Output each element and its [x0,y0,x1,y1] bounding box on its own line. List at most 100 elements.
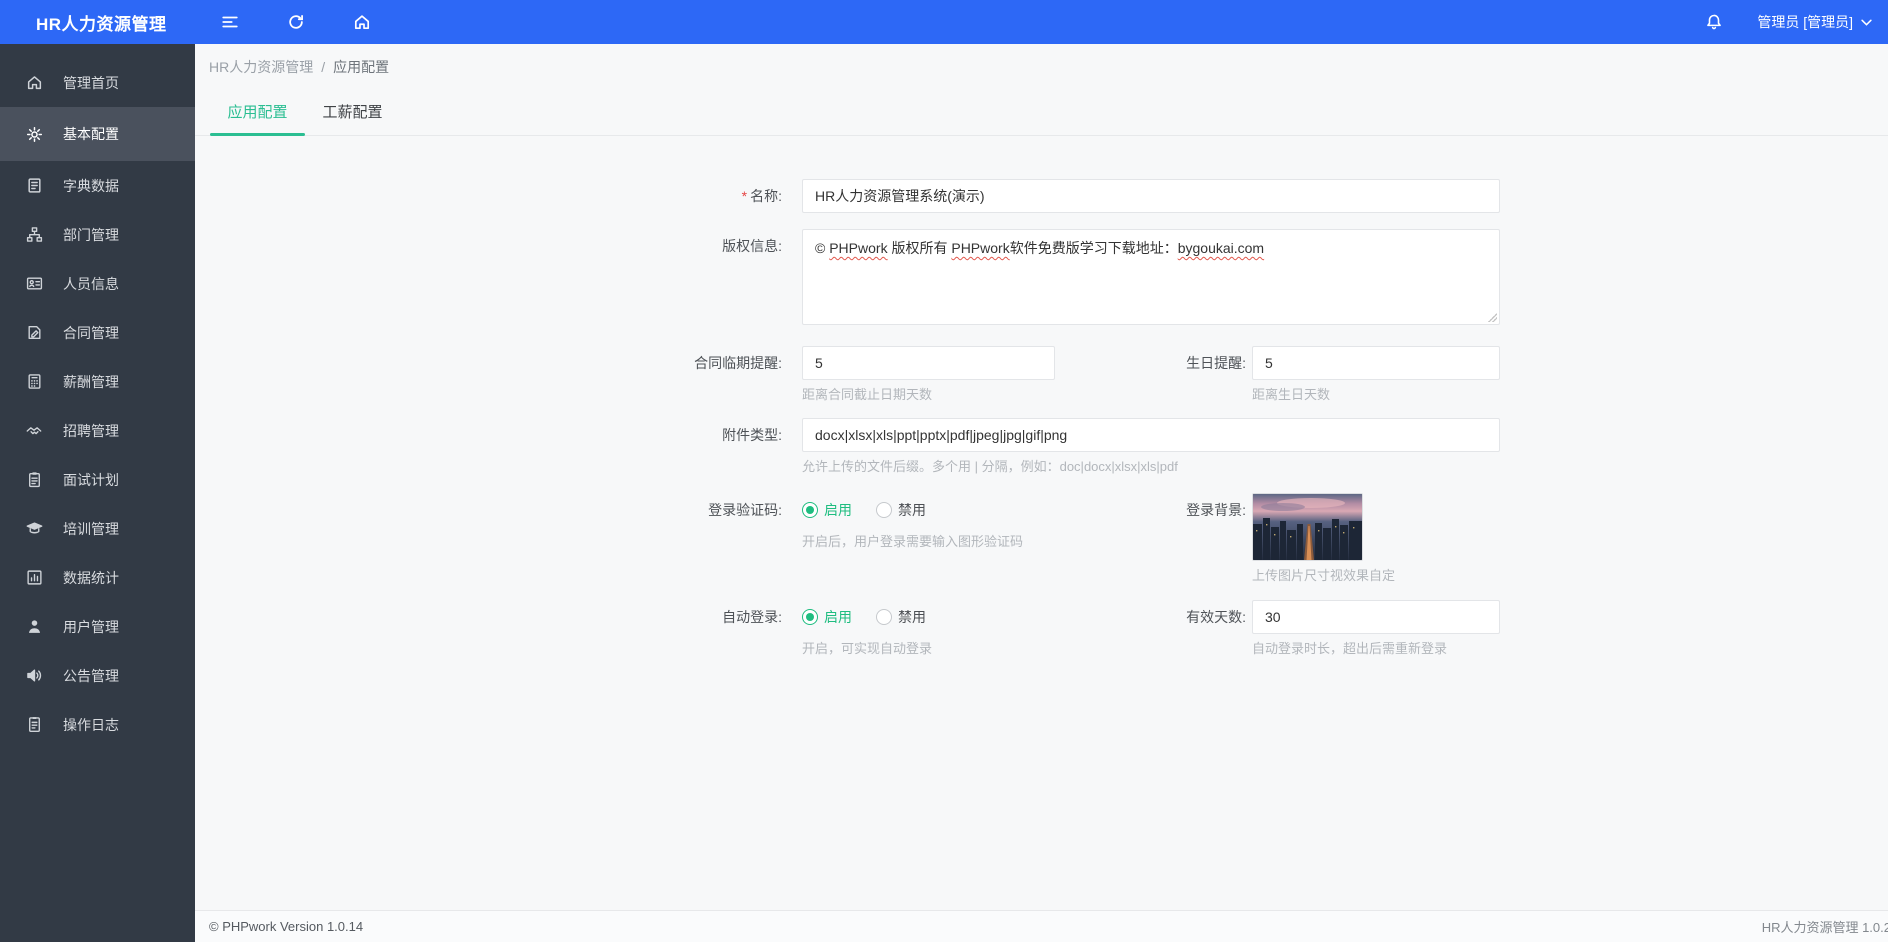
sidebar-item-label: 基本配置 [63,126,119,142]
login-bg-hint: 上传图片尺寸视效果自定 [1252,568,1396,583]
name-label: 名称: [750,188,782,204]
sidebar-item-label: 面试计划 [63,471,119,488]
auto-login-radio-group: 启用 禁用 [802,600,1122,634]
login-background-image[interactable] [1252,493,1363,561]
sidebar-item-label: 合同管理 [63,324,119,341]
refresh-icon[interactable] [279,5,313,39]
sidebar-item-logs[interactable]: 操作日志 [0,700,195,749]
tab-bar: 应用配置 工薪配置 [195,90,1888,136]
captcha-radio-disable-label[interactable]: 禁用 [898,500,926,520]
sidebar-item-label: 管理首页 [63,74,119,91]
birthday-reminder-input[interactable] [1252,346,1500,380]
sidebar-item-label: 部门管理 [63,226,119,243]
copyright-textarea[interactable]: © PHPwork 版权所有 PHPwork软件免费版学习下载地址：bygouk… [802,229,1500,325]
sidebar-item-label: 数据统计 [63,569,119,586]
attachment-types-hint: 允许上传的文件后缀。多个用 | 分隔，例如：doc|docx|xlsx|xls|… [802,459,1178,474]
form-panel: *名称: 版权信息: © PHPwork 版权所有 PHPwork软件免费版学习… [195,136,1888,910]
breadcrumb-current: 应用配置 [333,59,390,75]
copyright-text: PHPwork [829,240,888,256]
sidebar-item-contracts[interactable]: 合同管理 [0,308,195,357]
sidebar-item-label: 字典数据 [63,177,119,194]
form-row-autologin: 自动登录: 启用 禁用 开启，可实现自动登录 有效天数: 自动登录时长，超出 [195,600,1888,658]
auto-login-radio-disable-label[interactable]: 禁用 [898,607,926,627]
breadcrumb-root[interactable]: HR人力资源管理 [209,57,313,77]
valid-days-input[interactable] [1252,600,1500,634]
tab-salary-config[interactable]: 工薪配置 [305,90,400,135]
captcha-radio-group: 启用 禁用 [802,493,1122,527]
sidebar-item-label: 操作日志 [63,716,119,733]
sidebar-item-salary[interactable]: 薪酬管理 [0,357,195,406]
chevron-down-icon [1861,19,1872,26]
copyright-text: PHPwork [951,240,1010,256]
sidebar-item-interviews[interactable]: 面试计划 [0,455,195,504]
contract-reminder-input[interactable] [802,346,1055,380]
birthday-reminder-hint: 距离生日天数 [1252,387,1331,402]
auto-login-radio-enable[interactable] [802,609,818,625]
bar-chart-icon [26,569,43,586]
form-row-reminders: 合同临期提醒: 距离合同截止日期天数 生日提醒: 距离生日天数 [195,346,1888,404]
log-file-icon [26,716,43,733]
topbar: HR人力资源管理 管理员 [管理员] [0,0,1888,44]
auto-login-hint: 开启，可实现自动登录 [802,641,933,656]
user-name: 管理员 [管理员] [1757,14,1853,30]
sidebar-item-label: 用户管理 [63,618,119,635]
auto-login-label: 自动登录: [722,609,782,625]
calculator-icon [26,373,43,390]
main-area: HR人力资源管理 / 应用配置 应用配置 工薪配置 *名称: 版权信息: © P… [195,44,1888,942]
sidebar-item-users[interactable]: 用户管理 [0,602,195,651]
resize-handle[interactable] [1487,312,1497,322]
copyright-text: bygoukai.com [1177,240,1265,256]
sidebar-item-dashboard[interactable]: 管理首页 [0,58,195,107]
sidebar: 管理首页 基本配置 字典数据 部门管理 人员信息 合同管理 薪酬管理 招聘管理 … [0,44,195,942]
form-row-attachments: 附件类型: 允许上传的文件后缀。多个用 | 分隔，例如：doc|docx|xls… [195,418,1888,476]
captcha-radio-enable[interactable] [802,502,818,518]
auto-login-radio-disable[interactable] [876,609,892,625]
clipboard-icon [26,471,43,488]
name-input[interactable] [802,179,1500,213]
notification-bell-icon[interactable] [1697,5,1731,39]
required-mark: * [741,188,748,204]
graduation-cap-icon [26,520,43,537]
sidebar-item-basic-config[interactable]: 基本配置 [0,107,195,161]
sidebar-item-label: 招聘管理 [63,422,119,439]
copyright-text: 版权所有 [887,240,952,256]
contract-reminder-hint: 距离合同截止日期天数 [802,387,933,402]
gear-icon [26,126,43,143]
menu-fold-icon[interactable] [213,5,247,39]
copyright-text: © [815,240,830,256]
captcha-radio-disable[interactable] [876,502,892,518]
tab-app-config[interactable]: 应用配置 [210,90,305,136]
sidebar-item-training[interactable]: 培训管理 [0,504,195,553]
captcha-hint: 开启后，用户登录需要输入图形验证码 [802,534,1024,549]
sidebar-item-departments[interactable]: 部门管理 [0,210,195,259]
topbar-right: 管理员 [管理员] [1697,5,1888,39]
sidebar-item-recruitment[interactable]: 招聘管理 [0,406,195,455]
contract-pen-icon [26,324,43,341]
auto-login-radio-enable-label[interactable]: 启用 [824,607,852,627]
org-chart-icon [26,226,43,243]
footer-copyright: © PHPwork Version 1.0.14 [209,919,364,934]
dictionary-icon [26,177,43,194]
copyright-label: 版权信息: [722,238,782,254]
topbar-actions [213,5,379,39]
copyright-text: 软件免费版学习下载地址： [1009,240,1178,256]
sidebar-item-statistics[interactable]: 数据统计 [0,553,195,602]
captcha-radio-enable-label[interactable]: 启用 [824,500,852,520]
sidebar-item-label: 培训管理 [63,520,119,537]
sidebar-item-dictionary[interactable]: 字典数据 [0,161,195,210]
user-menu[interactable]: 管理员 [管理员] [1757,12,1872,32]
sidebar-item-personnel[interactable]: 人员信息 [0,259,195,308]
handshake-icon [26,422,43,439]
footer: © PHPwork Version 1.0.14 HR人力资源管理 1.0.2 [195,910,1888,942]
sidebar-item-label: 薪酬管理 [63,373,119,390]
contract-reminder-label: 合同临期提醒: [694,355,782,371]
form-row-copyright: 版权信息: © PHPwork 版权所有 PHPwork软件免费版学习下载地址：… [195,229,1888,325]
user-icon [26,618,43,635]
home-icon[interactable] [345,5,379,39]
app-title: HR人力资源管理 [36,14,167,34]
sidebar-item-announcements[interactable]: 公告管理 [0,651,195,700]
valid-days-label: 有效天数: [1186,609,1246,625]
sidebar-item-label: 公告管理 [63,667,119,684]
attachment-types-input[interactable] [802,418,1500,452]
footer-version: HR人力资源管理 1.0.2 [1761,920,1888,935]
